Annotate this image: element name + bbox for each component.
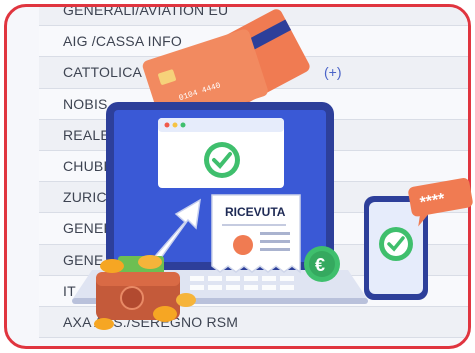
receipt-title: RICEVUTA — [225, 205, 286, 219]
receipt: RICEVUTA — [211, 194, 301, 274]
check-circle-icon — [204, 142, 240, 178]
phone-check-icon — [379, 227, 413, 261]
payment-illustration: 0104 4440 RICEVUTA € **** — [72, 9, 473, 330]
euro-coin: € — [304, 246, 340, 282]
euro-symbol: € — [315, 255, 325, 275]
